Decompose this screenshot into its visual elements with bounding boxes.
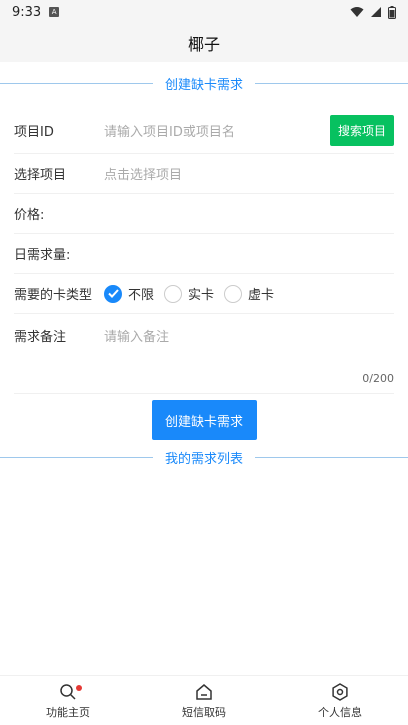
- select-project-label: 选择项目: [14, 168, 67, 183]
- price-row: 价格:: [14, 194, 394, 234]
- gear-icon: [331, 682, 349, 702]
- divider-line-right: [255, 456, 408, 458]
- project-id-input[interactable]: 请输入项目ID或项目名: [104, 121, 330, 140]
- radio-physical-label: 实卡: [188, 288, 215, 303]
- tab-sms-label: 短信取码: [182, 705, 226, 719]
- radio-unchecked-icon[interactable]: [164, 284, 183, 303]
- tab-home[interactable]: 功能主页: [0, 676, 136, 725]
- card-type-radio-group: 不限 实卡 虚卡: [104, 284, 274, 303]
- note-label: 需求备注: [14, 330, 67, 345]
- daily-demand-label: 日需求量:: [14, 248, 71, 263]
- wifi-icon: [350, 7, 364, 17]
- radio-unchecked-icon[interactable]: [224, 284, 243, 303]
- note-textarea[interactable]: 请输入备注: [104, 326, 169, 345]
- price-label: 价格:: [14, 208, 45, 223]
- radio-physical[interactable]: 实卡: [164, 284, 214, 303]
- page-title-bar: 椰子: [0, 24, 408, 62]
- status-icons: [350, 5, 396, 19]
- status-bar: 9:33 A: [0, 0, 408, 24]
- card-type-row: 需要的卡类型 不限 实卡 虚卡: [14, 274, 394, 314]
- bottom-tabbar: 功能主页 短信取码 个人信息: [0, 675, 408, 725]
- radio-unlimited-label: 不限: [128, 288, 155, 303]
- home-icon: [195, 682, 213, 702]
- project-id-label: 项目ID: [14, 125, 54, 140]
- tab-home-label: 功能主页: [46, 705, 90, 719]
- create-demand-button[interactable]: 创建缺卡需求: [151, 400, 257, 440]
- signal-icon: [371, 7, 381, 17]
- divider-line-left: [0, 82, 153, 84]
- search-project-button[interactable]: 搜索项目: [329, 115, 394, 146]
- radio-virtual[interactable]: 虚卡: [224, 284, 274, 303]
- status-time: 9:33: [12, 4, 42, 20]
- page-title: 椰子: [187, 35, 220, 54]
- create-section-title: 创建缺卡需求: [165, 77, 244, 93]
- project-id-row: 项目ID 请输入项目ID或项目名 搜索项目: [14, 108, 394, 154]
- radio-unlimited[interactable]: 不限: [104, 284, 154, 303]
- note-char-counter: 0/200: [362, 372, 394, 385]
- tab-sms[interactable]: 短信取码: [136, 676, 272, 725]
- tab-profile-label: 个人信息: [318, 705, 362, 719]
- divider-line-right: [255, 82, 408, 84]
- notification-dot: [76, 685, 82, 691]
- select-project-field[interactable]: 点击选择项目: [104, 164, 394, 183]
- battery-icon: [388, 5, 396, 19]
- card-type-label: 需要的卡类型: [14, 288, 93, 303]
- radio-virtual-label: 虚卡: [248, 288, 275, 303]
- list-section-title: 我的需求列表: [165, 451, 244, 467]
- select-project-row[interactable]: 选择项目 点击选择项目: [14, 154, 394, 194]
- radio-checked-icon[interactable]: [104, 284, 122, 303]
- list-section-divider: 我的需求列表: [0, 450, 408, 467]
- tab-profile[interactable]: 个人信息: [272, 676, 408, 725]
- notification-badge-icon: A: [49, 7, 60, 17]
- create-section-divider: 创建缺卡需求: [0, 76, 408, 93]
- note-row: 需求备注 请输入备注 0/200: [14, 314, 394, 394]
- divider-line-left: [0, 456, 153, 458]
- search-icon: [59, 682, 77, 702]
- daily-demand-row: 日需求量:: [14, 234, 394, 274]
